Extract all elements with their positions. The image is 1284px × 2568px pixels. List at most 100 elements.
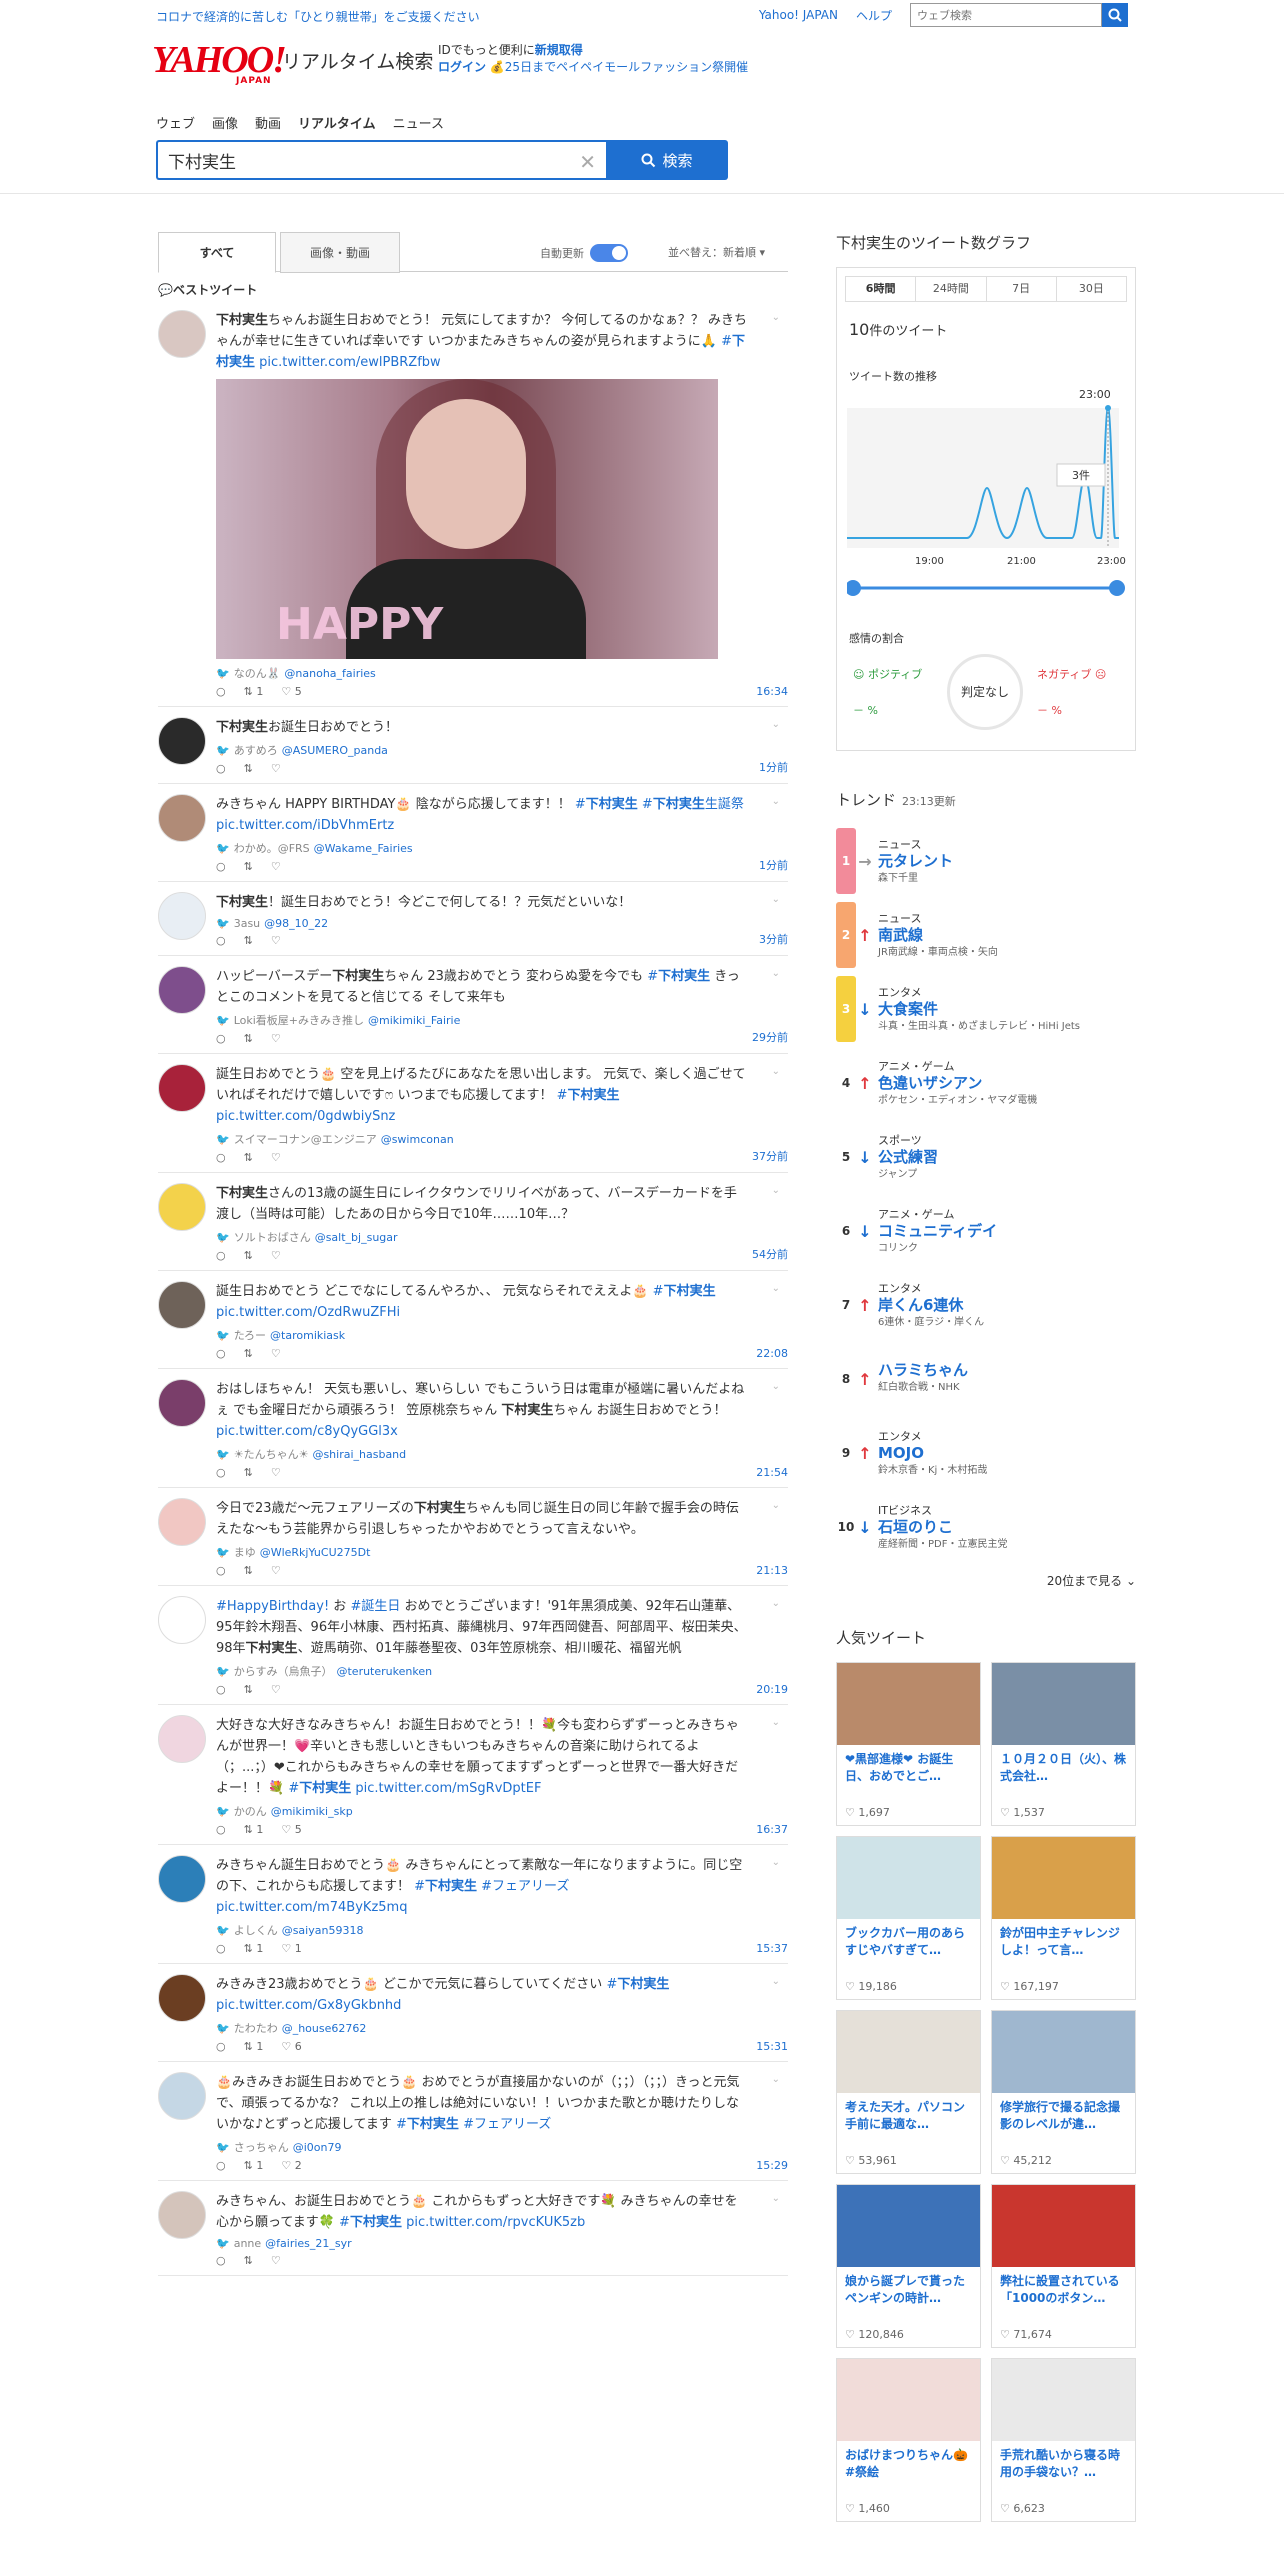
user-handle[interactable]: @swimconan: [381, 1133, 454, 1146]
user-handle[interactable]: @saiyan59318: [282, 1924, 364, 1937]
trend-item[interactable]: 1 → ニュース 元タレント 森下千里: [836, 824, 1136, 898]
like-button[interactable]: ♡: [271, 1683, 281, 1696]
reply-icon[interactable]: ○: [216, 1347, 226, 1360]
chevron-down-icon[interactable]: ⌄: [772, 1185, 780, 1196]
like-button[interactable]: ♡: [271, 1564, 281, 1577]
trend-word[interactable]: 大食案件: [878, 1000, 1080, 1018]
popular-tweet-image[interactable]: [992, 1837, 1135, 1919]
user-name[interactable]: ☀たんちゃん☀: [234, 1446, 309, 1462]
avatar[interactable]: [158, 1498, 206, 1546]
user-handle[interactable]: @ASUMERO_panda: [282, 744, 388, 757]
retweet-button[interactable]: ⇅ 1: [244, 1823, 264, 1836]
chevron-down-icon[interactable]: ⌄: [772, 2074, 780, 2085]
popular-tweet-card[interactable]: 鈴が田中主チャレンジしよ！って言… ♡ 167,197: [991, 1836, 1136, 2000]
user-name[interactable]: さっちゃん: [234, 2139, 289, 2155]
nav-web[interactable]: ウェブ: [156, 113, 195, 132]
chevron-down-icon[interactable]: ⌄: [772, 1283, 780, 1294]
retweet-button[interactable]: ⇅: [244, 1347, 253, 1360]
service-name[interactable]: リアルタイム検索: [282, 47, 433, 74]
tweet-time[interactable]: 54分前: [752, 1246, 788, 1262]
trend-item[interactable]: 9 ↑ エンタメ MOJO 鈴木京香・Kj・木村拓哉: [836, 1416, 1136, 1490]
tweet-time[interactable]: 21:54: [756, 1466, 788, 1479]
trend-word[interactable]: 公式練習: [878, 1148, 938, 1166]
retweet-button[interactable]: ⇅ 1: [244, 2159, 264, 2172]
avatar[interactable]: [158, 1715, 206, 1763]
user-name[interactable]: かのん: [234, 1803, 267, 1819]
tweet-time[interactable]: 20:19: [756, 1683, 788, 1696]
like-button[interactable]: ♡: [271, 1466, 281, 1479]
avatar[interactable]: [158, 1379, 206, 1427]
trend-word[interactable]: MOJO: [878, 1444, 987, 1462]
nav-news[interactable]: ニュース: [393, 113, 444, 132]
like-button[interactable]: ♡ 1: [281, 1942, 301, 1955]
popular-tweet-card[interactable]: 娘から誕プレで貰ったペンギンの時計… ♡ 120,846: [836, 2184, 981, 2348]
range-handle-left[interactable]: [847, 580, 861, 596]
chevron-down-icon[interactable]: ⌄: [772, 1717, 780, 1728]
like-button[interactable]: ♡: [271, 1151, 281, 1164]
popular-tweet-card[interactable]: 考えた天才。パソコン手前に最適な… ♡ 53,961: [836, 2010, 981, 2174]
user-handle[interactable]: @_house62762: [282, 2022, 367, 2035]
popular-tweet-text[interactable]: 修学旅行で撮る記念撮影のレベルが違…: [992, 2093, 1135, 2135]
tweet-time[interactable]: 15:29: [756, 2159, 788, 2172]
avatar[interactable]: [158, 1974, 206, 2022]
login-link[interactable]: ログイン: [438, 60, 486, 74]
popular-tweet-image[interactable]: [992, 2011, 1135, 2093]
reply-icon[interactable]: ○: [216, 1466, 226, 1479]
help-link[interactable]: ヘルプ: [856, 7, 892, 24]
popular-tweet-image[interactable]: [837, 1663, 980, 1745]
popular-tweet-text[interactable]: 鈴が田中主チャレンジしよ！って言…: [992, 1919, 1135, 1961]
avatar[interactable]: [158, 1064, 206, 1112]
trend-item[interactable]: 5 ↓ スポーツ 公式練習 ジャンプ: [836, 1120, 1136, 1194]
trend-word[interactable]: 石垣のりこ: [878, 1518, 1007, 1536]
popular-tweet-text[interactable]: 娘から誕プレで貰ったペンギンの時計…: [837, 2267, 980, 2309]
chevron-down-icon[interactable]: ⌄: [772, 1857, 780, 1868]
retweet-button[interactable]: ⇅: [244, 1151, 253, 1164]
trend-word[interactable]: 色違いザシアン: [878, 1074, 1037, 1092]
tweet-time[interactable]: 22:08: [756, 1347, 788, 1360]
clear-icon[interactable]: ✕: [579, 150, 596, 174]
like-button[interactable]: ♡: [271, 2254, 281, 2267]
web-search-input[interactable]: [910, 3, 1102, 27]
trend-word[interactable]: ハラミちゃん: [878, 1362, 968, 1379]
like-button[interactable]: ♡: [271, 934, 281, 947]
tweet-time[interactable]: 3分前: [759, 931, 788, 947]
user-name[interactable]: たろー: [234, 1327, 266, 1343]
user-name[interactable]: anne: [234, 2237, 261, 2250]
chevron-down-icon[interactable]: ⌄: [772, 1381, 780, 1392]
popular-tweet-card[interactable]: 修学旅行で撮る記念撮影のレベルが違… ♡ 45,212: [991, 2010, 1136, 2174]
user-handle[interactable]: @mikimiki_skp: [271, 1805, 353, 1818]
user-handle[interactable]: @fairies_21_syr: [265, 2237, 352, 2250]
popular-tweet-image[interactable]: [837, 2359, 980, 2441]
notice-link[interactable]: コロナで経済的に苦しむ「ひとり親世帯」をご支援ください: [156, 8, 480, 25]
avatar[interactable]: [158, 1855, 206, 1903]
popular-tweet-image[interactable]: [837, 1837, 980, 1919]
reply-icon[interactable]: ○: [216, 2159, 226, 2172]
tweet-time[interactable]: 16:37: [756, 1823, 788, 1836]
yahoo-logo[interactable]: YAHOO!: [152, 41, 287, 79]
popular-tweet-text[interactable]: １０月２０日（火）、株式会社…: [992, 1745, 1135, 1787]
retweet-button[interactable]: ⇅: [244, 1466, 253, 1479]
retweet-button[interactable]: ⇅: [244, 1032, 253, 1045]
avatar[interactable]: [158, 1183, 206, 1231]
tweet-time[interactable]: 15:31: [756, 2040, 788, 2053]
tab-media[interactable]: 画像・動画: [280, 232, 400, 273]
popular-tweet-card[interactable]: １０月２０日（火）、株式会社… ♡ 1,537: [991, 1662, 1136, 1826]
user-name[interactable]: なのん🐰: [234, 665, 281, 681]
reply-icon[interactable]: ○: [216, 934, 226, 947]
retweet-button[interactable]: ⇅: [244, 860, 253, 873]
graph-tab-7d[interactable]: 7日: [987, 277, 1057, 301]
tweet-time[interactable]: 1分前: [759, 759, 788, 775]
trend-item[interactable]: 4 ↑ アニメ・ゲーム 色違いザシアン ポケセン・エディオン・ヤマダ電機: [836, 1046, 1136, 1120]
reply-icon[interactable]: ○: [216, 1032, 226, 1045]
chevron-down-icon[interactable]: ⌄: [772, 1066, 780, 1077]
popular-tweet-card[interactable]: ブックカバー用のあらすじやバすぎて… ♡ 19,186: [836, 1836, 981, 2000]
reply-icon[interactable]: ○: [216, 762, 226, 775]
user-handle[interactable]: @teruterukenken: [336, 1665, 432, 1678]
avatar[interactable]: [158, 892, 206, 940]
like-button[interactable]: ♡ 5: [281, 1823, 301, 1836]
range-handle-right[interactable]: [1109, 580, 1125, 596]
yahoo-japan-link[interactable]: Yahoo! JAPAN: [759, 8, 838, 22]
like-button[interactable]: ♡: [271, 762, 281, 775]
graph-tab-6h[interactable]: 6時間: [846, 277, 917, 301]
avatar[interactable]: [158, 310, 206, 358]
